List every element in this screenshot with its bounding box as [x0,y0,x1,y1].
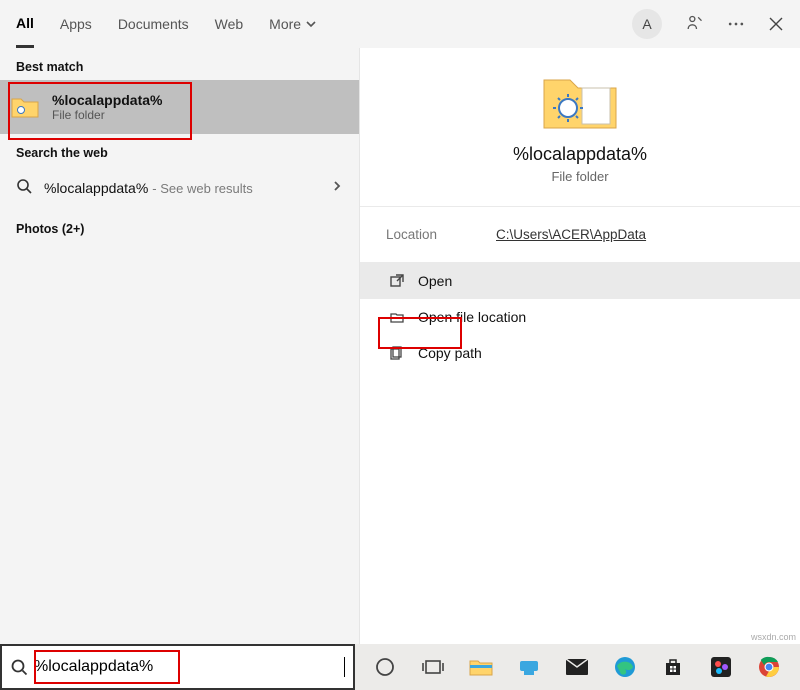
location-value[interactable]: C:\Users\ACER\AppData [496,227,646,242]
tab-documents[interactable]: Documents [118,0,189,48]
results-pane: Best match %localappdata% File folder Se… [0,48,360,644]
preview-pane: %localappdata% File folder Location C:\U… [360,48,800,644]
search-input[interactable] [34,658,346,676]
action-copy-path-label: Copy path [418,345,482,361]
chevron-down-icon [305,18,317,30]
search-icon [16,178,32,199]
preview-header: %localappdata% File folder [360,48,800,207]
more-options-icon[interactable] [726,14,746,34]
tab-more[interactable]: More [269,0,317,48]
web-query: %localappdata% [44,180,148,196]
task-view-icon[interactable] [419,653,447,681]
action-open-label: Open [418,273,452,289]
best-match-body: %localappdata% File folder [52,92,349,122]
folder-outline-icon [386,310,408,324]
edge-icon[interactable] [611,653,639,681]
folder-icon [10,92,40,122]
preview-title: %localappdata% [513,144,647,165]
cortana-icon[interactable] [371,653,399,681]
search-icon [10,658,28,676]
copy-icon [386,346,408,360]
action-open-file-location[interactable]: Open file location [360,299,800,335]
tab-web[interactable]: Web [215,0,244,48]
top-right-controls: A [632,9,800,39]
action-copy-path[interactable]: Copy path [360,335,800,371]
user-avatar[interactable]: A [632,9,662,39]
best-match-label: Best match [0,48,359,80]
location-label: Location [386,227,496,242]
open-icon [386,274,408,288]
chrome-icon[interactable] [755,653,783,681]
web-hint: - See web results [152,181,252,196]
action-open-file-location-label: Open file location [418,309,526,325]
store-icon[interactable] [659,653,687,681]
bottom-bar [0,644,800,690]
text-caret [344,657,345,677]
search-box[interactable] [0,644,355,690]
taskbar [355,644,800,690]
watermark: wsxdn.com [751,632,796,642]
preview-subtitle: File folder [551,169,608,184]
action-open[interactable]: Open [360,263,800,299]
folder-icon [538,66,622,136]
location-row: Location C:\Users\ACER\AppData [360,207,800,263]
tab-more-label: More [269,16,301,32]
web-search-row[interactable]: %localappdata% - See web results [0,166,359,210]
photos-label[interactable]: Photos (2+) [0,210,359,242]
search-web-label: Search the web [0,134,359,166]
best-match-result[interactable]: %localappdata% File folder [0,80,359,134]
tab-apps[interactable]: Apps [60,0,92,48]
app-icon-2[interactable] [707,653,735,681]
search-main: Best match %localappdata% File folder Se… [0,48,800,644]
feedback-icon[interactable] [684,14,704,34]
action-list: Open Open file location Copy path [360,263,800,371]
file-explorer-icon[interactable] [467,653,495,681]
best-match-subtitle: File folder [52,108,349,122]
app-icon-1[interactable] [515,653,543,681]
chevron-right-icon [331,179,343,197]
search-tabs-bar: All Apps Documents Web More A [0,0,800,48]
tab-all[interactable]: All [16,0,34,48]
best-match-title: %localappdata% [52,92,349,108]
close-icon[interactable] [768,16,784,32]
mail-icon[interactable] [563,653,591,681]
